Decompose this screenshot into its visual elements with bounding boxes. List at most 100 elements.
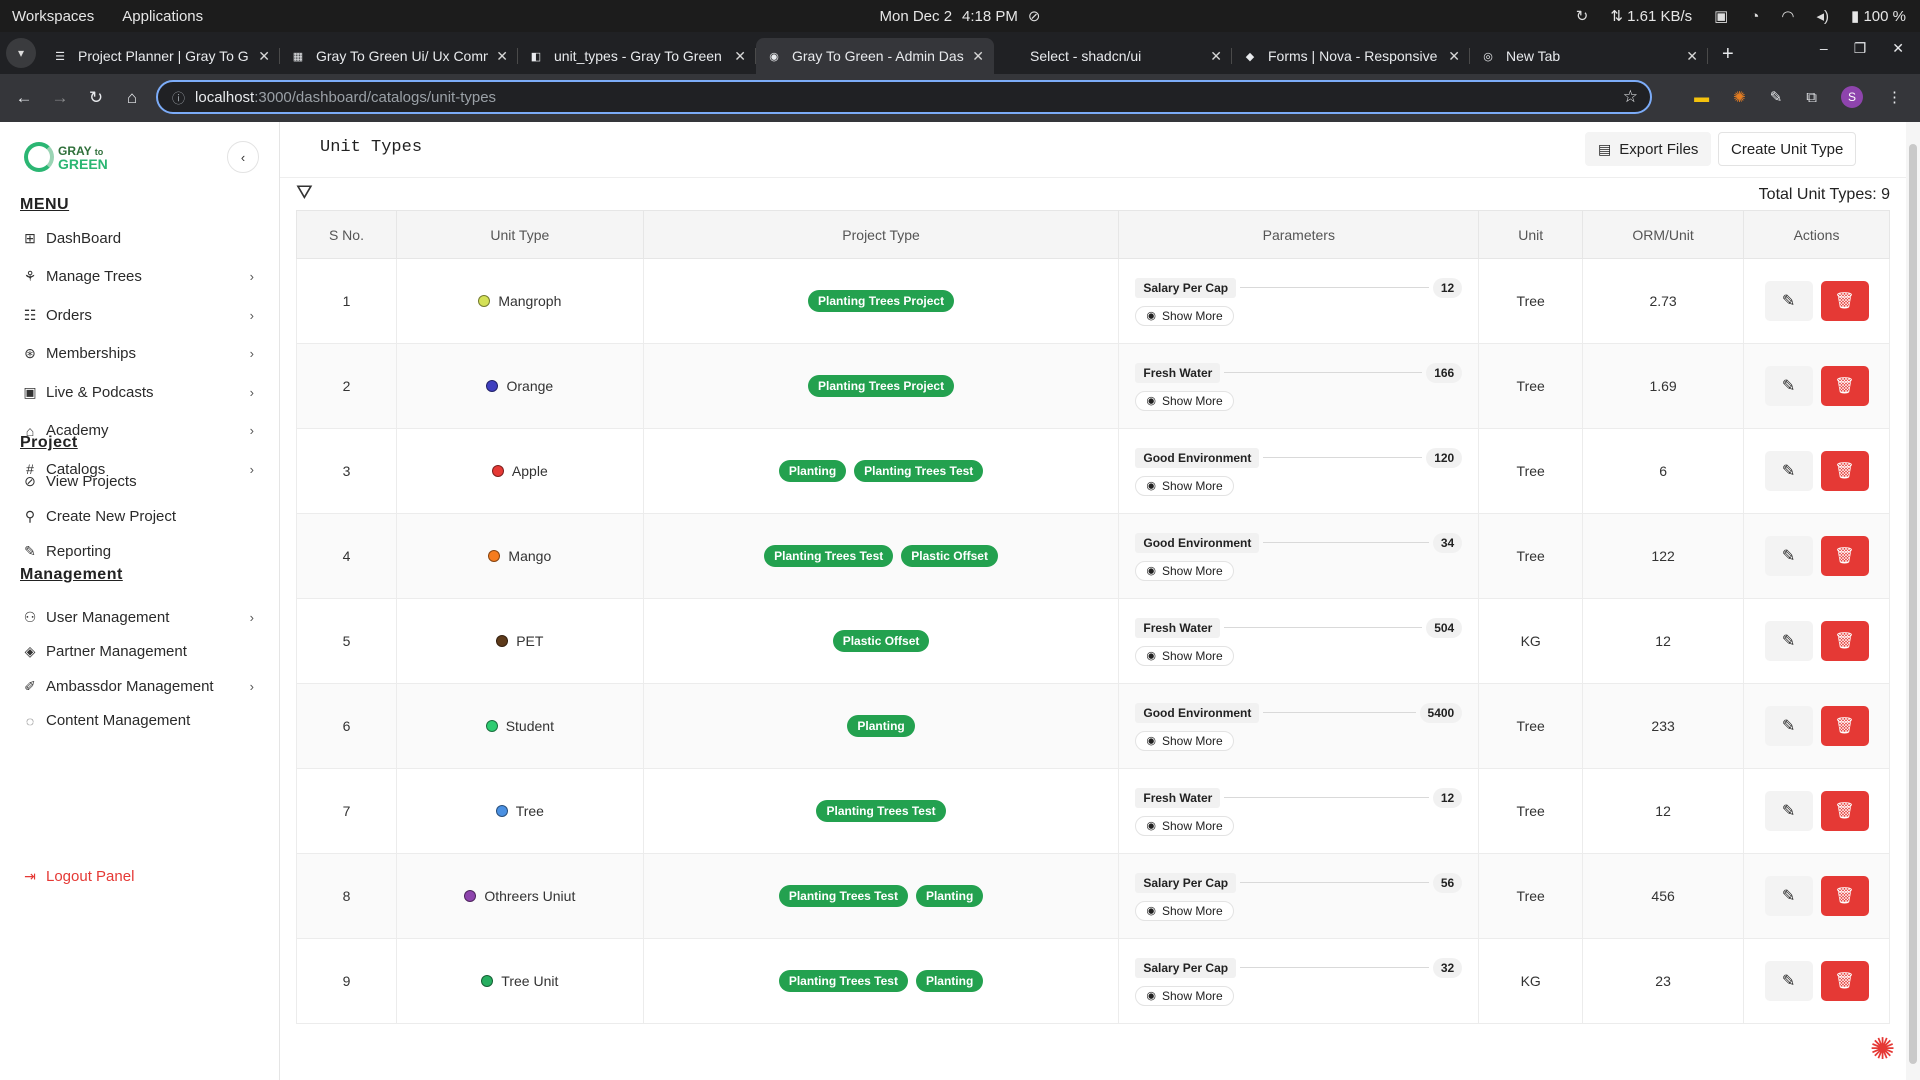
show-more-label: Show More: [1161, 903, 1223, 918]
show-more-button[interactable]: ◉ Show More: [1135, 730, 1234, 751]
scrollbar-thumb[interactable]: [1909, 144, 1917, 1064]
bookmark-star-icon[interactable]: ☆: [1623, 87, 1638, 107]
show-more-button[interactable]: ◉ Show More: [1135, 815, 1234, 836]
site-info-icon[interactable]: ⓘ: [172, 88, 185, 107]
reload-icon[interactable]: ↻: [78, 88, 114, 108]
sidebar-item-label: Reporting: [46, 542, 112, 560]
edit-button[interactable]: ✎: [1764, 451, 1813, 491]
delete-button[interactable]: 🗑: [1820, 451, 1869, 491]
clock[interactable]: Mon Dec 2 4:18 PM ⊘: [880, 7, 1041, 26]
home-icon[interactable]: ⌂: [114, 88, 150, 108]
extension-folder-icon[interactable]: ▬: [1694, 89, 1709, 106]
battery-indicator[interactable]: ▮ 100 %: [1851, 7, 1906, 25]
edit-button[interactable]: ✎: [1764, 791, 1813, 831]
export-files-button[interactable]: ▤ Export Files: [1585, 132, 1712, 166]
minimize-icon[interactable]: –: [1820, 40, 1828, 57]
cell-orm-per-unit: 2.73: [1582, 258, 1745, 344]
edit-button[interactable]: ✎: [1764, 536, 1813, 576]
show-more-button[interactable]: ◉ Show More: [1135, 475, 1234, 496]
browser-menu-icon[interactable]: ⋮: [1887, 88, 1902, 106]
tab-close-icon[interactable]: ✕: [972, 48, 984, 65]
show-more-button[interactable]: ◉ Show More: [1135, 985, 1234, 1006]
trash-icon: 🗑: [1834, 888, 1855, 905]
sidebar-item-label: Ambassdor Management: [46, 677, 214, 695]
workspaces-menu[interactable]: Workspaces: [12, 8, 94, 25]
sidebar-item[interactable]: ▣ Live & Podcasts ›: [20, 378, 260, 406]
show-more-button[interactable]: ◉ Show More: [1135, 305, 1234, 326]
tab-close-icon[interactable]: ✕: [258, 48, 270, 65]
forward-icon[interactable]: →: [42, 88, 78, 108]
delete-button[interactable]: 🗑: [1820, 706, 1869, 746]
edit-button[interactable]: ✎: [1764, 961, 1813, 1001]
browser-tab[interactable]: ◧ unit_types - Gray To Green ✕: [518, 38, 756, 74]
browser-tab[interactable]: ▦ Gray To Green Ui/ Ux Comm ✕: [280, 38, 518, 74]
wifi-icon[interactable]: ◠: [1781, 7, 1794, 25]
brand-logo[interactable]: GRAY to GREEN: [24, 142, 108, 172]
sync-icon[interactable]: ↻: [1576, 7, 1589, 25]
tab-close-icon[interactable]: ✕: [1448, 48, 1460, 65]
maximize-icon[interactable]: ❐: [1854, 40, 1867, 57]
create-unit-type-button[interactable]: Create Unit Type: [1718, 132, 1857, 166]
power-profile-icon[interactable]: ◔: [1750, 8, 1759, 25]
sidebar-item[interactable]: ◈ Partner Management: [20, 638, 260, 666]
tab-close-icon[interactable]: ✕: [496, 48, 508, 65]
delete-button[interactable]: 🗑: [1820, 876, 1869, 916]
close-window-icon[interactable]: ✕: [1892, 40, 1904, 57]
sidebar-item[interactable]: ⊘ View Projects: [20, 467, 260, 495]
delete-button[interactable]: 🗑: [1820, 536, 1869, 576]
eye-icon: ◉: [1146, 395, 1156, 407]
cell-project-type: Planting Trees Project: [642, 343, 1120, 429]
delete-button[interactable]: 🗑: [1820, 366, 1869, 406]
show-more-button[interactable]: ◉ Show More: [1135, 560, 1234, 581]
new-tab-button[interactable]: +: [1722, 43, 1734, 66]
sidebar-item[interactable]: ◌ Content Management: [20, 707, 260, 735]
screen-icon[interactable]: ▣: [1714, 7, 1728, 25]
tab-close-icon[interactable]: ✕: [1210, 48, 1222, 65]
tab-search-button[interactable]: ▾: [6, 38, 36, 68]
delete-button[interactable]: 🗑: [1820, 791, 1869, 831]
delete-button[interactable]: 🗑: [1820, 621, 1869, 661]
sidebar-item[interactable]: ⚇ User Management ›: [20, 603, 260, 631]
extension-react-icon[interactable]: ✺: [1733, 88, 1746, 106]
cell-unit-type: Mango: [395, 513, 644, 599]
sidebar-collapse-button[interactable]: ‹: [227, 141, 259, 173]
profile-avatar[interactable]: S: [1841, 86, 1863, 108]
browser-tab[interactable]: ☰ Project Planner | Gray To G ✕: [42, 38, 280, 74]
sidebar-item[interactable]: ⚘ Manage Trees ›: [20, 263, 260, 291]
cell-unit: Tree: [1478, 343, 1584, 429]
browser-tab[interactable]: ◎ New Tab ✕: [1470, 38, 1708, 74]
sidebar-item[interactable]: ☷ Orders ›: [20, 301, 260, 329]
tab-favicon-icon: ◉: [769, 50, 779, 63]
volume-icon[interactable]: ◂): [1817, 7, 1830, 25]
tab-close-icon[interactable]: ✕: [734, 48, 746, 65]
edit-button[interactable]: ✎: [1764, 366, 1813, 406]
sidebar-item[interactable]: ⊛ Memberships ›: [20, 340, 260, 368]
applications-menu[interactable]: Applications: [122, 8, 203, 25]
delete-button[interactable]: 🗑: [1820, 961, 1869, 1001]
react-devtools-icon[interactable]: ✺: [1870, 1032, 1904, 1066]
sidebar-item[interactable]: ⚲ Create New Project: [20, 502, 260, 530]
extensions-puzzle-icon[interactable]: ⧉: [1806, 89, 1817, 106]
back-icon[interactable]: ←: [6, 88, 42, 108]
sidebar-item[interactable]: ✐ Ambassdor Management ›: [20, 672, 260, 700]
browser-tab[interactable]: ◉ Gray To Green - Admin Das ✕: [756, 38, 994, 74]
edit-button[interactable]: ✎: [1764, 281, 1813, 321]
browser-tab[interactable]: ◆ Forms | Nova - Responsive ✕: [1232, 38, 1470, 74]
extension-picker-icon[interactable]: ✎: [1770, 88, 1783, 106]
page-scrollbar[interactable]: [1906, 122, 1920, 1080]
sidebar-item[interactable]: ✎ Reporting: [20, 537, 260, 565]
show-more-button[interactable]: ◉ Show More: [1135, 645, 1234, 666]
logout-button[interactable]: ⇥ Logout Panel: [20, 862, 260, 890]
edit-button[interactable]: ✎: [1764, 876, 1813, 916]
delete-button[interactable]: 🗑: [1820, 281, 1869, 321]
show-more-button[interactable]: ◉ Show More: [1135, 900, 1234, 921]
tab-close-icon[interactable]: ✕: [1686, 48, 1698, 65]
filter-icon[interactable]: ⛛: [296, 182, 313, 205]
unit-color-dot: [488, 550, 501, 562]
sidebar-item[interactable]: ⊞ DashBoard: [20, 224, 260, 252]
address-bar[interactable]: ⓘ localhost:3000/dashboard/catalogs/unit…: [156, 80, 1652, 114]
edit-button[interactable]: ✎: [1764, 621, 1813, 661]
show-more-button[interactable]: ◉ Show More: [1135, 390, 1234, 411]
edit-button[interactable]: ✎: [1764, 706, 1813, 746]
browser-tab[interactable]: Select - shadcn/ui ✕: [994, 38, 1232, 74]
